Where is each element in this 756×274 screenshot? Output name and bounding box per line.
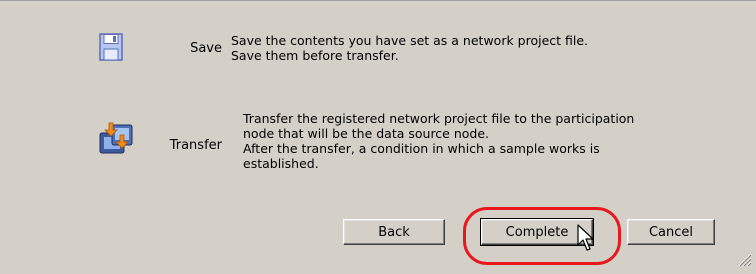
save-label: Save (190, 41, 222, 56)
transfer-description-line: Transfer the registered network project … (243, 111, 635, 126)
floppy-disk-icon (99, 33, 123, 64)
cancel-button[interactable]: Cancel (627, 219, 715, 245)
save-description-line: Save the contents you have set as a netw… (231, 33, 589, 48)
resize-grip-icon[interactable] (736, 251, 752, 270)
transfer-icon (98, 121, 134, 160)
mouse-pointer-icon (577, 224, 597, 257)
save-description: Save the contents you have set as a netw… (231, 33, 588, 63)
transfer-label: Transfer (169, 138, 222, 153)
transfer-description-line: established. (243, 156, 319, 171)
save-description-line: Save them before transfer. (231, 48, 399, 63)
transfer-description-line: After the transfer, a condition in which… (243, 141, 600, 156)
back-button[interactable]: Back (343, 219, 445, 245)
transfer-description: Transfer the registered network project … (243, 111, 634, 171)
dialog-window: Save Save the contents you have set as a… (0, 0, 756, 274)
transfer-description-line: node that will be the data source node. (243, 126, 490, 141)
